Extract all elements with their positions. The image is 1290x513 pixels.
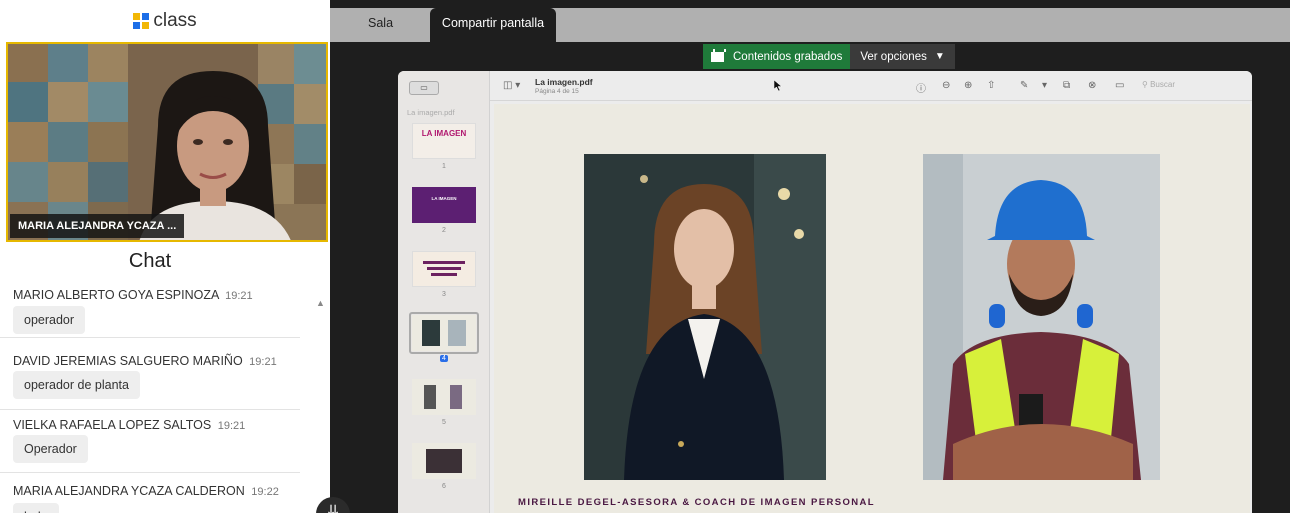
markup-pen-icon[interactable]: ✎	[1020, 80, 1028, 91]
thumbnail-page-5[interactable]: 5	[412, 379, 476, 429]
chat-message: MARIA ALEJANDRA YCAZA CALDERON 19:22 hol…	[0, 473, 300, 513]
logo-text: class	[153, 10, 197, 31]
sidebar-file-name: La imagen.pdf	[407, 108, 455, 117]
thumbnail-page-number: 4	[440, 355, 448, 362]
chat-author: VIELKA RAFAELA LOPEZ SALTOS	[13, 418, 212, 432]
tab-bar: Sala Compartir pantalla	[330, 8, 1290, 42]
thumbnail-page-1[interactable]: LA IMAGEN 1	[412, 123, 476, 173]
tab-sala[interactable]: Sala	[368, 8, 393, 42]
chat-bubble: operador	[13, 306, 86, 334]
app-window: class MARIA ALEJANDRA YCAZA ... Chat MAR…	[0, 0, 1290, 513]
mouse-cursor-icon	[774, 80, 782, 91]
chat-message-list[interactable]: MARIO ALBERTO GOYA ESPINOZA 19:21 operad…	[0, 284, 300, 513]
recorded-content-button[interactable]: Contenidos grabados	[703, 44, 851, 69]
pdf-toolbar: ◫ ▾ La imagen.pdf Página 4 de 15 ⓘ ⊖ ⊕ ⇧…	[490, 71, 1252, 101]
sidebar-layout-icon[interactable]: ◫ ▾	[503, 80, 520, 91]
chat-author: DAVID JEREMIAS SALGUERO MARIÑO	[13, 354, 243, 368]
pdf-page[interactable]: MIREILLE DEGEL-ASESORA & COACH DE IMAGEN…	[494, 104, 1250, 513]
thumbnail-page-6[interactable]: 6	[412, 443, 476, 493]
search-icon: ⚲	[1142, 80, 1148, 89]
pdf-file-name: La imagen.pdf	[535, 77, 593, 87]
video-tile[interactable]: MARIA ALEJANDRA YCAZA ...	[6, 42, 328, 242]
pdf-page-info: Página 4 de 15	[535, 88, 579, 95]
chat-time: 19:22	[251, 486, 279, 498]
zoom-out-icon[interactable]: ⊖	[942, 80, 950, 91]
thumbnail-preview: LA IMAGEN	[412, 187, 476, 223]
thumbnail-preview	[412, 379, 476, 415]
form-fill-icon[interactable]: ▭	[1115, 80, 1124, 91]
thumbnail-page-4[interactable]: 4	[409, 312, 479, 365]
chat-author: MARIA ALEJANDRA YCAZA CALDERON	[13, 484, 245, 498]
chat-message: VIELKA RAFAELA LOPEZ SALTOS 19:21 Operad…	[0, 410, 300, 473]
photo-construction-worker	[923, 154, 1160, 480]
chat-message: DAVID JEREMIAS SALGUERO MARIÑO 19:21 ope…	[0, 338, 300, 410]
chat-title: Chat	[128, 250, 172, 272]
thumbnail-preview	[412, 315, 476, 351]
left-panel: class MARIA ALEJANDRA YCAZA ... Chat MAR…	[0, 0, 330, 513]
thumbnail-page-number: 1	[442, 163, 446, 170]
thumbnail-page-3[interactable]: 3	[412, 251, 476, 301]
annotate-icon[interactable]: ⊗	[1088, 80, 1096, 91]
search-placeholder: Buscar	[1150, 80, 1175, 89]
thumbnail-page-number: 5	[442, 419, 446, 426]
markup-menu-chevron-icon[interactable]: ▾	[1042, 80, 1047, 91]
pdf-viewer-window: ▭ La imagen.pdf LA IMAGEN 1 LA IMAGEN 2 …	[398, 71, 1252, 513]
page-caption: MIREILLE DEGEL-ASESORA & COACH DE IMAGEN…	[518, 497, 875, 508]
view-options-label: Ver opciones	[860, 50, 927, 63]
thumbnail-preview	[412, 251, 476, 287]
thumbnail-page-2[interactable]: LA IMAGEN 2	[412, 187, 476, 237]
logo-mark-icon	[133, 13, 150, 29]
rotate-icon[interactable]: ⧉	[1063, 80, 1070, 91]
chat-time: 19:21	[225, 290, 253, 302]
chevron-down-icon: ▼	[934, 51, 945, 62]
scroll-up-icon[interactable]: ▲	[316, 298, 325, 308]
chat-bubble: hola	[13, 503, 59, 513]
chat-bubble: operador de planta	[13, 371, 140, 399]
chat-author: MARIO ALBERTO GOYA ESPINOZA	[13, 288, 219, 302]
tab-compartir-pantalla[interactable]: Compartir pantalla	[430, 8, 556, 42]
chat-time: 19:21	[217, 420, 246, 432]
thumbnail-page-number: 2	[442, 227, 446, 234]
chat-time: 19:21	[249, 356, 277, 368]
photo-businesswoman	[584, 154, 826, 480]
thumbnail-page-number: 3	[442, 291, 446, 298]
thumbnail-preview: LA IMAGEN	[412, 123, 476, 159]
chat-bubble: Operador	[13, 435, 88, 463]
share-icon[interactable]: ⇧	[987, 80, 995, 91]
clapperboard-icon	[711, 48, 726, 62]
recorded-content-label: Contenidos grabados	[733, 50, 843, 63]
sidebar-toggle-icon[interactable]: ▭	[409, 81, 439, 95]
app-logo: class	[0, 0, 330, 42]
view-options-button[interactable]: Ver opciones ▼	[850, 44, 955, 69]
info-icon[interactable]: ⓘ	[916, 80, 926, 95]
recording-bar: Contenidos grabados Ver opciones ▼	[703, 44, 955, 69]
pdf-thumbnail-sidebar[interactable]: ▭ La imagen.pdf LA IMAGEN 1 LA IMAGEN 2 …	[398, 71, 490, 513]
thumbnail-page-number: 6	[442, 483, 446, 490]
participant-name-tag: MARIA ALEJANDRA YCAZA ...	[10, 214, 185, 238]
zoom-in-icon[interactable]: ⊕	[964, 80, 972, 91]
thumbnail-preview	[412, 443, 476, 479]
chat-message: MARIO ALBERTO GOYA ESPINOZA 19:21 operad…	[0, 284, 300, 338]
search-field[interactable]: ⚲ Buscar	[1142, 80, 1175, 89]
